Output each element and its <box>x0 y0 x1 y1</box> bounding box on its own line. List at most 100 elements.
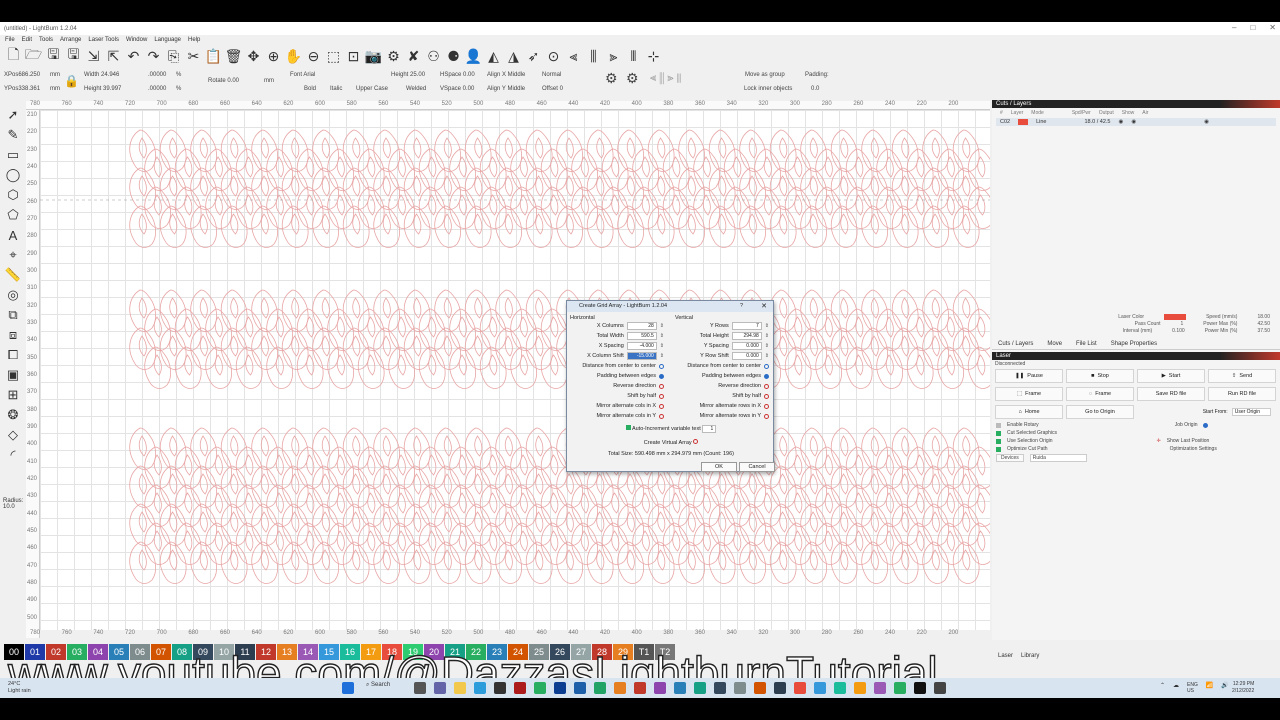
leaf-shape[interactable] <box>190 289 217 332</box>
leaf-shape[interactable] <box>342 327 370 370</box>
leaf-shape[interactable] <box>220 541 248 584</box>
leaf-shape[interactable] <box>479 148 507 191</box>
leaf-shape[interactable] <box>815 186 842 229</box>
new-file-icon[interactable]: 🗋 <box>4 46 23 66</box>
menu-edit[interactable]: Edit <box>22 37 32 43</box>
leaf-shape[interactable] <box>220 289 248 332</box>
leaf-shape[interactable] <box>784 148 812 191</box>
leaf-shape[interactable] <box>434 129 461 172</box>
leaf-shape[interactable] <box>281 129 309 172</box>
leaf-shape[interactable] <box>678 129 705 172</box>
chrome-icon[interactable] <box>534 682 546 694</box>
leaf-shape[interactable] <box>144 522 171 565</box>
leaf-shape[interactable] <box>159 205 187 248</box>
leaf-shape[interactable] <box>373 129 400 172</box>
align-center-icon[interactable]: ⫼ <box>584 47 603 66</box>
menu-arrange[interactable]: Arrange <box>60 37 81 43</box>
leaf-shape[interactable] <box>342 289 370 332</box>
flip-v-icon[interactable]: ◮ <box>504 47 523 66</box>
leaf-shape[interactable] <box>891 289 919 332</box>
leaf-shape[interactable] <box>906 484 934 527</box>
leaf-shape[interactable] <box>693 148 720 191</box>
settings-icon[interactable]: ⚙ <box>384 47 403 66</box>
cancel-button[interactable]: Cancel <box>739 462 775 472</box>
font-select[interactable]: Font Arial <box>290 72 315 78</box>
pause-button[interactable]: ❚❚ Pause <box>995 369 1063 383</box>
air-toggle-icon[interactable]: ◉ <box>1204 119 1209 125</box>
y-rows-input[interactable]: 7 <box>731 322 762 330</box>
leaf-shape[interactable] <box>342 167 370 210</box>
ungroup-icon[interactable]: ⚈ <box>444 47 463 66</box>
leaf-shape[interactable] <box>632 522 659 565</box>
y-spacing-input[interactable]: 0.000 <box>731 342 762 350</box>
leaf-shape[interactable] <box>586 205 614 248</box>
leaf-shape[interactable] <box>129 465 156 508</box>
leaf-shape[interactable] <box>281 289 309 332</box>
menu-help[interactable]: Help <box>188 37 200 43</box>
position-laser-icon[interactable]: ⌖ <box>4 246 22 264</box>
h-reverse-checkbox[interactable] <box>659 383 664 389</box>
leaf-shape[interactable] <box>708 465 736 508</box>
leaf-shape[interactable] <box>769 503 797 546</box>
app-icon[interactable] <box>834 682 846 694</box>
leaf-shape[interactable] <box>388 346 415 389</box>
leaf-shape[interactable] <box>601 186 629 229</box>
leaf-shape[interactable] <box>647 503 675 546</box>
lightburn-taskbar-icon[interactable] <box>914 682 926 694</box>
font-height-field[interactable]: Height 25.00 <box>391 72 425 78</box>
leaf-shape[interactable] <box>800 129 827 172</box>
leaf-shape[interactable] <box>708 541 736 584</box>
leaf-shape[interactable] <box>952 289 980 332</box>
leaf-shape[interactable] <box>312 327 339 370</box>
leaf-shape[interactable] <box>449 186 476 229</box>
leaf-shape[interactable] <box>800 289 827 332</box>
ypos-field[interactable]: YPos338.361 <box>4 86 40 92</box>
leaf-shape[interactable] <box>876 308 903 351</box>
leaf-shape[interactable] <box>418 148 446 191</box>
leaf-shape[interactable] <box>251 465 278 508</box>
auto-increment-input[interactable]: 1 <box>702 425 717 433</box>
h-center-radio[interactable] <box>659 363 664 369</box>
leaf-shape[interactable] <box>296 484 324 527</box>
leaf-shape[interactable] <box>144 308 171 351</box>
open-folder-icon[interactable]: 🗁 <box>24 46 43 66</box>
leaf-shape[interactable] <box>190 327 217 370</box>
leaf-shape[interactable] <box>159 167 187 210</box>
leaf-shape[interactable] <box>190 541 217 584</box>
measure-icon[interactable]: 📏 <box>4 266 22 284</box>
leaf-shape[interactable] <box>937 446 964 489</box>
leaf-shape[interactable] <box>464 327 492 370</box>
leaf-shape[interactable] <box>464 427 492 470</box>
leaf-shape[interactable] <box>190 465 217 508</box>
scale-y-field[interactable]: .00000 <box>148 86 166 92</box>
app-icon[interactable] <box>894 682 906 694</box>
leaf-shape[interactable] <box>403 465 431 508</box>
tab-move[interactable]: Move <box>1047 341 1062 349</box>
leaf-shape[interactable] <box>235 446 263 489</box>
leaf-shape[interactable] <box>129 289 156 332</box>
leaf-shape[interactable] <box>830 205 858 248</box>
leaf-shape[interactable] <box>266 484 293 527</box>
v-reverse-checkbox[interactable] <box>764 383 769 389</box>
leaf-shape[interactable] <box>144 446 171 489</box>
file-explorer-icon[interactable] <box>454 682 466 694</box>
spin-icon[interactable]: ⇕ <box>660 333 664 339</box>
leaf-shape[interactable] <box>388 148 415 191</box>
align-tools-icon[interactable]: ⚙ <box>605 70 618 87</box>
leaf-shape[interactable] <box>479 522 507 565</box>
leaf-shape[interactable] <box>342 427 370 470</box>
leaf-shape[interactable] <box>373 465 400 508</box>
zoom-out-icon[interactable]: ⊖ <box>304 47 323 66</box>
leaf-shape[interactable] <box>510 522 537 565</box>
export-icon[interactable]: ⇱ <box>104 47 123 66</box>
leaf-shape[interactable] <box>342 205 370 248</box>
leaf-shape[interactable] <box>937 484 964 527</box>
use-selection-checkbox[interactable] <box>996 438 1001 444</box>
app-icon[interactable] <box>814 682 826 694</box>
leaf-shape[interactable] <box>281 205 309 248</box>
leaf-shape[interactable] <box>906 346 934 389</box>
leaf-shape[interactable] <box>220 327 248 370</box>
v-shift-half-checkbox[interactable] <box>764 393 769 399</box>
leaf-shape[interactable] <box>556 167 583 210</box>
leaf-shape[interactable] <box>891 503 919 546</box>
